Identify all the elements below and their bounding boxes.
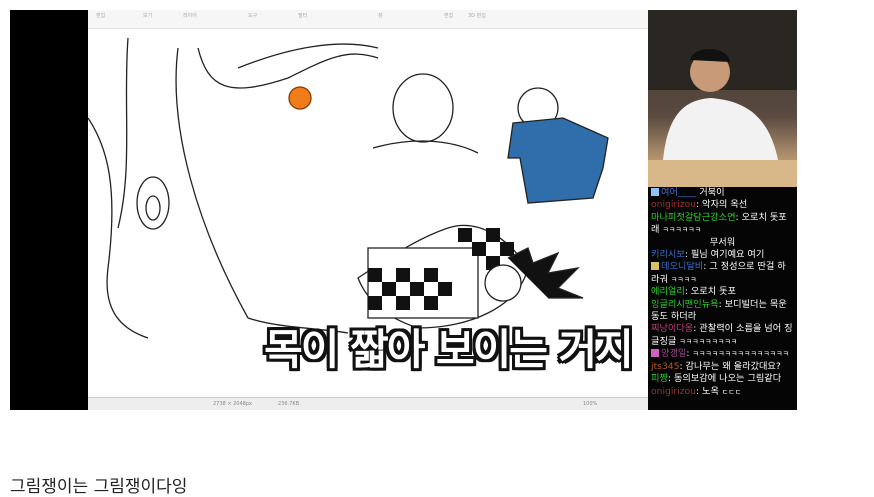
chat-message: 잉글리시맨인뉴욕: 보디빌더는 목운동도 하더라 (651, 298, 787, 323)
chat-message: onigirizou: 악자의 옥선 (651, 199, 748, 211)
chat-message: 마나피젓갈담근강소연: 오로치 돗포래 ㅋㅋㅋㅋㅋㅋ (651, 211, 787, 236)
chat-message: 무서워 (651, 237, 794, 249)
chat-username[interactable]: 잉글리시맨인뉴욕 (651, 299, 719, 310)
chat-username[interactable]: onigirizou (651, 386, 696, 397)
file-size: 236.7KB (278, 401, 300, 407)
chat-message: jts345: 감나무는 왜 올라갔대요? (651, 360, 781, 372)
user-badge-icon (651, 349, 659, 358)
chat-text: 거북이 (699, 187, 725, 198)
user-badge-icon (651, 262, 659, 271)
live-chat: 여어____ 거북이 onigirizou: 악자의 옥선 마나피젓갈담근강소연… (648, 187, 797, 410)
chat-text: 필님 여기예요 여기 (690, 249, 765, 261)
drawing-app-window: 편집 보기 레이어 도구 필터 창 편집 3D 편집 목이 짧아 보이는 거지 … (88, 10, 648, 410)
tree-drawing (88, 37, 379, 339)
chat-username[interactable]: 마나피젓갈담근강소연 (651, 212, 736, 223)
chat-text: ㅋㅋㅋㅋ (670, 275, 697, 284)
menu-item[interactable]: 편집 (96, 12, 105, 19)
chat-text: 무서워 (709, 236, 736, 248)
chat-text: 오로치 돗포 (690, 286, 737, 298)
zoom-level: 100% (583, 401, 598, 407)
streamer-image (648, 10, 797, 187)
menu-item[interactable]: 3D 편집 (468, 12, 486, 19)
chat-username[interactable]: 에리얼리 (651, 286, 685, 297)
chat-text: ㅋㅋㅋㅋㅋㅋ (662, 226, 702, 235)
chat-message: 찌낭이다옹: 관찰력이 소름을 넘어 징글징글 ㅋㅋㅋㅋㅋㅋㅋㅋㅋ (651, 323, 793, 347)
chat-message: 여어____ 거북이 (651, 187, 794, 199)
chat-message: 에리얼리: 오로치 돗포 (651, 286, 737, 298)
app-statusbar: 2738 × 2048px 236.7KB 100% (88, 397, 648, 410)
chat-message: 데오니달비: 그 정성으로 딴걸 하라궈 ㅋㅋㅋㅋ (651, 261, 786, 285)
chat-message: 피쨩: 동의보감에 나오는 그림같다 (651, 373, 782, 385)
chat-username[interactable]: 찌낭이다옹 (651, 323, 693, 334)
old-man-drawing (372, 73, 479, 154)
app-toolbar: 편집 보기 레이어 도구 필터 창 편집 3D 편집 (88, 10, 648, 29)
chat-text: 동의보감에 나오는 그림같다 (673, 373, 782, 385)
chat-message: onigirizou: 노옥 ㄷㄷㄷ (651, 385, 742, 397)
chat-username[interactable]: 양갱일 (661, 348, 686, 359)
user-badge-icon (651, 188, 659, 196)
chat-text: 악자의 옥선 (702, 199, 748, 211)
menu-item[interactable]: 레이어 (183, 12, 197, 19)
chat-text: ㅋㅋㅋㅋㅋㅋㅋㅋㅋ (679, 337, 738, 346)
chat-username[interactable]: 키리시보 (651, 249, 685, 260)
chat-text: ㅋㅋㅋㅋㅋㅋㅋㅋㅋㅋㅋㅋㅋㅋㅋ (692, 350, 789, 359)
chat-text: 노옥 (702, 385, 719, 397)
webcam-feed (648, 10, 797, 187)
chat-username[interactable]: onigirizou (651, 199, 696, 210)
video-player[interactable]: 편집 보기 레이어 도구 필터 창 편집 3D 편집 목이 짧아 보이는 거지 … (10, 10, 797, 410)
fallen-character (357, 224, 584, 329)
chat-username[interactable]: 여어____ (661, 187, 696, 198)
menu-item[interactable]: 도구 (248, 12, 257, 19)
old-man-blue-shirt (507, 87, 609, 204)
chat-username[interactable]: 데오니달비 (661, 261, 703, 272)
video-subtitle: 목이 짧아 보이는 거지 (264, 325, 634, 374)
menu-item[interactable]: 필터 (298, 12, 307, 19)
chat-text: 감나무는 왜 올라갔대요? (685, 360, 781, 372)
menu-item[interactable]: 창 (378, 12, 383, 19)
canvas-size: 2738 × 2048px (213, 401, 252, 407)
chat-message: 양갱일: ㅋㅋㅋㅋㅋㅋㅋㅋㅋㅋㅋㅋㅋㅋㅋ (651, 348, 794, 360)
chat-username[interactable]: jts345 (651, 361, 679, 372)
chat-message: 키리시보: 필님 여기예요 여기 (651, 249, 765, 261)
chat-username[interactable]: 피쨩 (651, 373, 668, 384)
menu-item[interactable]: 편집 (444, 12, 453, 19)
chat-text: ㄷㄷㄷ (721, 387, 742, 396)
menu-item[interactable]: 보기 (143, 12, 152, 19)
post-caption: 그림쟁이는 그림쟁이다잉 (10, 477, 188, 497)
